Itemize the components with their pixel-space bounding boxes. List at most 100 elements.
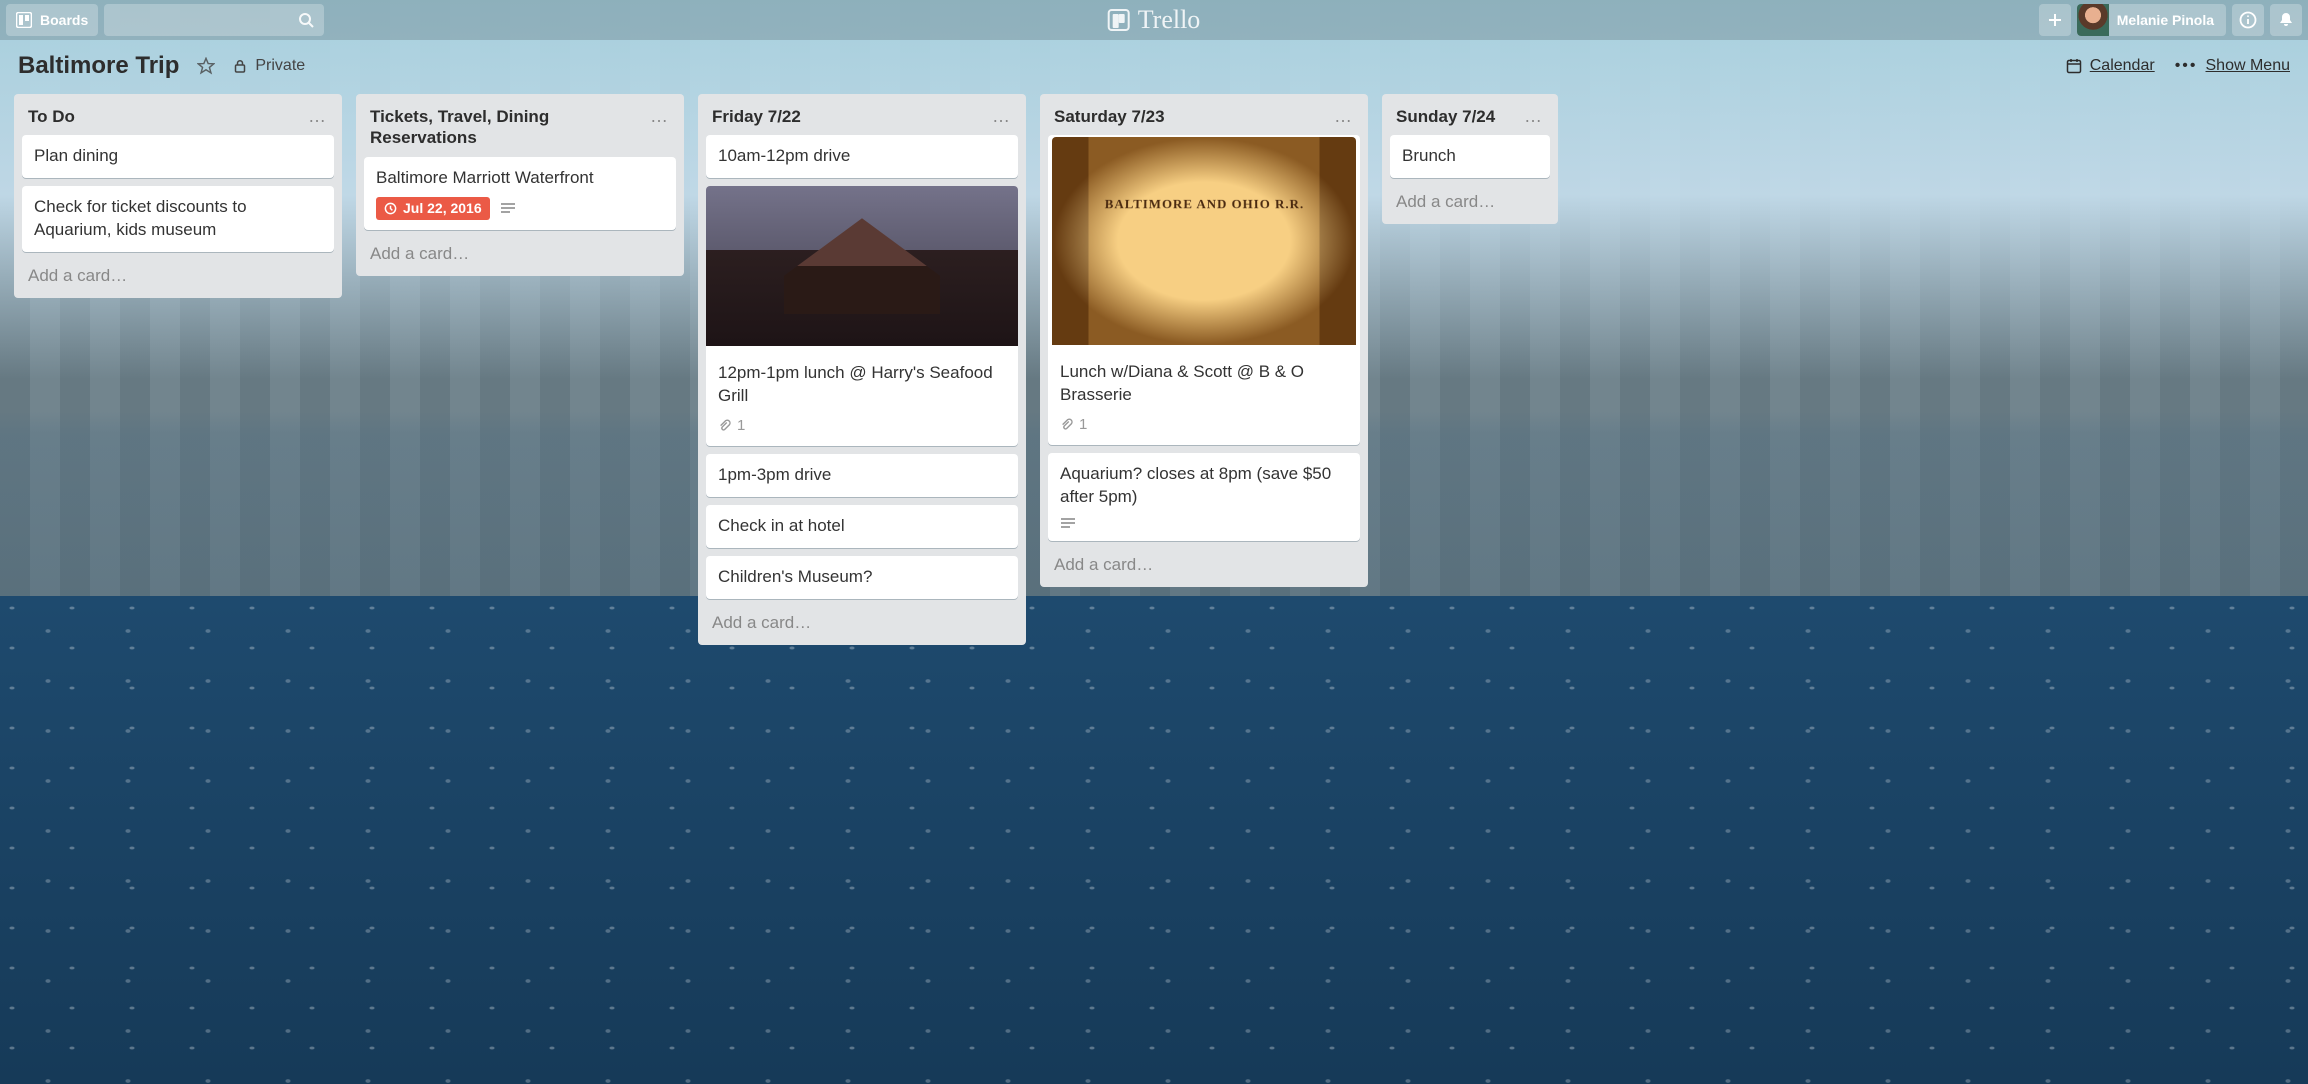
calendar-label: Calendar — [2090, 57, 2155, 75]
list-header: Friday 7/22 … — [706, 102, 1018, 127]
card[interactable]: Check for ticket discounts to Aquarium, … — [22, 186, 334, 252]
list: Saturday 7/23 … Lunch w/Diana & Scott @ B … — [1040, 94, 1368, 587]
ellipsis-icon: … — [1334, 106, 1352, 126]
card-badges — [1060, 517, 1348, 531]
card[interactable]: Baltimore Marriott Waterfront Jul 22, 201… — [364, 157, 676, 231]
card-title: Check for ticket discounts to Aquarium, … — [34, 196, 322, 242]
card[interactable]: 1pm-3pm drive — [706, 454, 1018, 497]
card-title: Aquarium? closes at 8pm (save $50 after … — [1060, 463, 1348, 509]
attachment-count: 1 — [737, 416, 745, 436]
card[interactable]: 10am-12pm drive — [706, 135, 1018, 178]
card[interactable]: Brunch — [1390, 135, 1550, 178]
list-title[interactable]: To Do — [28, 106, 75, 127]
paperclip-icon — [718, 419, 732, 433]
clock-icon — [384, 202, 397, 215]
topbar: Boards Trello Melanie Pinola — [0, 0, 2308, 40]
ellipsis-icon: … — [308, 106, 326, 126]
attachment-count: 1 — [1079, 415, 1087, 435]
due-date-text: Jul 22, 2016 — [403, 199, 482, 218]
user-menu[interactable]: Melanie Pinola — [2077, 4, 2226, 36]
list: Sunday 7/24 … Brunch Add a card… — [1382, 94, 1558, 224]
add-card-button[interactable]: Add a card… — [706, 607, 1018, 635]
card-badges: 1 — [718, 416, 1006, 436]
card-title: Check in at hotel — [718, 515, 1006, 538]
list: Tickets, Travel, Dining Reservations… Bal… — [356, 94, 684, 276]
list-title[interactable]: Saturday 7/23 — [1054, 106, 1165, 127]
list-menu-button[interactable]: … — [306, 106, 328, 127]
visibility-label: Private — [255, 57, 305, 75]
card-badges: 1 — [1060, 415, 1348, 435]
card[interactable]: Check in at hotel — [706, 505, 1018, 548]
user-name: Melanie Pinola — [2117, 12, 2214, 28]
list-title[interactable]: Friday 7/22 — [712, 106, 801, 127]
card-title: Baltimore Marriott Waterfront — [376, 167, 664, 190]
description-icon — [500, 202, 516, 216]
add-card-button[interactable]: Add a card… — [364, 238, 676, 266]
card-title: 12pm-1pm lunch @ Harry's Seafood Grill — [718, 362, 1006, 408]
due-date-badge: Jul 22, 2016 — [376, 197, 490, 220]
list-menu-button[interactable]: … — [1332, 106, 1354, 127]
list: Friday 7/22 … 10am-12pm drive 12pm-1pm lunc… — [698, 94, 1026, 645]
info-button[interactable] — [2232, 4, 2264, 36]
list-header: Saturday 7/23 … — [1048, 102, 1360, 127]
lock-icon — [233, 59, 247, 73]
card-title: Brunch — [1402, 145, 1538, 168]
list-menu-button[interactable]: … — [990, 106, 1012, 127]
add-card-button[interactable]: Add a card… — [1390, 186, 1550, 214]
app-logo-text: Trello — [1138, 5, 1201, 35]
list-header: To Do … — [22, 102, 334, 127]
avatar — [2077, 4, 2109, 36]
list-menu-button[interactable]: … — [648, 106, 670, 127]
paperclip-icon — [1060, 418, 1074, 432]
boards-icon — [16, 12, 32, 28]
list-header: Sunday 7/24 … — [1390, 102, 1550, 127]
card-badges: Jul 22, 2016 — [376, 197, 664, 220]
card-title: Lunch w/Diana & Scott @ B & O Brasserie — [1060, 361, 1348, 407]
card[interactable]: Children's Museum? — [706, 556, 1018, 599]
list-title[interactable]: Sunday 7/24 — [1396, 106, 1495, 127]
calendar-icon — [2066, 58, 2082, 74]
list-header: Tickets, Travel, Dining Reservations… — [364, 102, 676, 149]
app-logo[interactable]: Trello — [1108, 5, 1201, 35]
star-icon[interactable] — [197, 57, 215, 75]
add-card-button[interactable]: Add a card… — [1048, 549, 1360, 577]
trello-logo-icon — [1108, 9, 1130, 31]
card[interactable]: 12pm-1pm lunch @ Harry's Seafood Grill 1 — [706, 186, 1018, 446]
visibility-button[interactable]: Private — [233, 57, 305, 75]
list: To Do … Plan dining Check for ticket discou… — [14, 94, 342, 298]
card-cover-image — [1052, 137, 1356, 345]
card-cover-image — [706, 186, 1018, 346]
attachment-badge: 1 — [718, 416, 745, 436]
boards-button-label: Boards — [40, 12, 88, 28]
card[interactable]: Aquarium? closes at 8pm (save $50 after … — [1048, 453, 1360, 541]
list-title[interactable]: Tickets, Travel, Dining Reservations — [370, 106, 648, 149]
board: To Do … Plan dining Check for ticket discou… — [0, 86, 2308, 685]
boards-button[interactable]: Boards — [6, 4, 98, 36]
bell-icon — [2277, 11, 2295, 29]
ellipsis-icon: … — [992, 106, 1010, 126]
search-input[interactable] — [104, 4, 324, 36]
ellipsis-icon: ••• — [2175, 57, 2198, 75]
create-button[interactable] — [2039, 4, 2071, 36]
plus-icon — [2047, 12, 2063, 28]
card[interactable]: Lunch w/Diana & Scott @ B & O Brasserie 1 — [1048, 135, 1360, 445]
board-header: Baltimore Trip Private Calendar ••• Show… — [0, 40, 2308, 86]
card-title: 10am-12pm drive — [718, 145, 1006, 168]
card-title: 1pm-3pm drive — [718, 464, 1006, 487]
attachment-badge: 1 — [1060, 415, 1087, 435]
description-icon — [1060, 517, 1076, 531]
board-title[interactable]: Baltimore Trip — [18, 52, 179, 80]
card[interactable]: Plan dining — [22, 135, 334, 178]
show-menu-label: Show Menu — [2206, 57, 2291, 75]
card-title: Children's Museum? — [718, 566, 1006, 589]
list-menu-button[interactable]: … — [1522, 106, 1544, 127]
card-title: Plan dining — [34, 145, 322, 168]
add-card-button[interactable]: Add a card… — [22, 260, 334, 288]
ellipsis-icon: … — [1524, 106, 1542, 126]
ellipsis-icon: … — [650, 106, 668, 126]
info-icon — [2239, 11, 2257, 29]
show-menu-link[interactable]: ••• Show Menu — [2175, 57, 2290, 75]
notifications-button[interactable] — [2270, 4, 2302, 36]
search-icon — [298, 12, 314, 28]
calendar-link[interactable]: Calendar — [2066, 57, 2155, 75]
